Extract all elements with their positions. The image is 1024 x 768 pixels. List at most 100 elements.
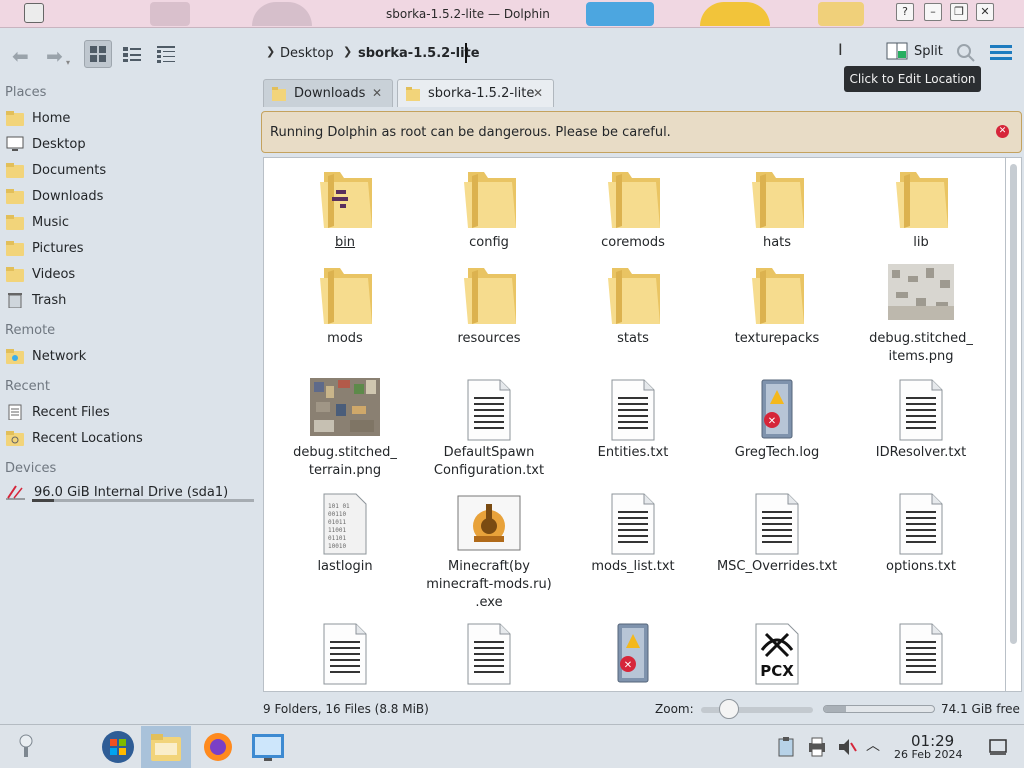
file-manager-icon[interactable] <box>151 733 181 761</box>
close-tab-icon[interactable]: ✕ <box>533 86 543 100</box>
folder-icon <box>598 262 668 328</box>
clock-date[interactable]: 26 Feb 2024 <box>894 748 962 761</box>
file-view[interactable]: bin config coremods hats lib mods resources sta… <box>263 157 1006 692</box>
printer-icon[interactable] <box>808 737 826 757</box>
file-item[interactable]: debug.stitched_ items.png <box>857 262 985 366</box>
sidebar-item-recent-locations[interactable]: Recent Locations <box>6 427 143 449</box>
sidebar-item-documents[interactable]: Documents <box>6 159 106 181</box>
tab-downloads[interactable]: Downloads ✕ <box>263 79 393 107</box>
sidebar-item-home[interactable]: Home <box>6 107 70 129</box>
show-desktop-icon[interactable] <box>989 739 1007 755</box>
warning-text: Running Dolphin as root can be dangerous… <box>270 125 671 140</box>
split-icon <box>886 42 908 60</box>
file-item[interactable]: mods_list.txt <box>569 490 697 576</box>
sidebar-item-desktop[interactable]: Desktop <box>6 133 86 155</box>
system-settings-icon[interactable] <box>252 734 284 762</box>
music-folder-icon <box>6 215 24 230</box>
details-view-button[interactable] <box>152 40 180 68</box>
folder-item[interactable]: lib <box>857 166 985 252</box>
file-item[interactable]: Entities.txt <box>569 376 697 462</box>
background-deco-2 <box>252 2 312 26</box>
sidebar-item-label: Desktop <box>32 136 86 152</box>
maximize-button[interactable]: ❐ <box>950 3 968 21</box>
file-item[interactable] <box>281 620 409 686</box>
sidebar-item-label: Trash <box>32 292 67 308</box>
file-item[interactable] <box>857 620 985 686</box>
sidebar-item-pictures[interactable]: Pictures <box>6 237 83 259</box>
file-item[interactable]: DefaultSpawn Configuration.txt <box>425 376 553 480</box>
file-item[interactable]: MSC_Overrides.txt <box>713 490 841 576</box>
forward-dropdown-icon[interactable]: ▾ <box>66 58 70 67</box>
file-item[interactable]: debug.stitched_ terrain.png <box>281 376 409 480</box>
minimize-button[interactable]: – <box>924 3 942 21</box>
volume-muted-icon[interactable] <box>837 737 857 757</box>
pictures-folder-icon <box>6 241 24 256</box>
section-title-remote: Remote <box>5 323 56 338</box>
item-label: bin <box>334 235 356 250</box>
tray-expand-icon[interactable]: ︿ <box>866 735 880 755</box>
section-title-recent: Recent <box>5 379 50 394</box>
folder-icon <box>742 166 812 232</box>
breadcrumb-desktop[interactable]: Desktop <box>280 46 334 61</box>
search-icon[interactable] <box>956 43 976 63</box>
folder-item[interactable]: texturepacks <box>713 262 841 348</box>
help-button[interactable]: ? <box>896 3 914 21</box>
folder-icon <box>598 166 668 232</box>
firefox-icon[interactable] <box>203 732 233 762</box>
sidebar-item-trash[interactable]: Trash <box>6 289 66 311</box>
breadcrumb-current-folder[interactable]: sborka-1.5.2-lite <box>358 46 480 61</box>
file-item[interactable]: ✕ <box>569 620 697 686</box>
text-file-icon <box>886 376 956 442</box>
tab-sborka[interactable]: sborka-1.5.2-lite ✕ <box>397 79 554 107</box>
close-warning-icon[interactable]: ✕ <box>996 125 1009 138</box>
back-arrow-icon[interactable]: ⬅ <box>12 44 29 68</box>
split-button[interactable]: Split <box>886 42 943 60</box>
clipboard-icon[interactable] <box>777 737 795 757</box>
folder-icon <box>454 262 524 328</box>
lamp-icon[interactable] <box>18 731 34 761</box>
folder-item[interactable]: bin <box>281 166 409 252</box>
window-menu-icon[interactable] <box>24 3 44 23</box>
item-label: stats <box>617 331 649 346</box>
vertical-scrollbar[interactable] <box>1006 157 1022 692</box>
file-item[interactable]: 101 01 00110 01011 11001 01101 10010 lastlogin <box>281 490 409 576</box>
text-file-icon <box>886 620 956 686</box>
text-file-icon <box>454 376 524 442</box>
sidebar-item-music[interactable]: Music <box>6 211 69 233</box>
start-menu-icon[interactable] <box>101 730 135 764</box>
sidebar-item-network[interactable]: Network <box>6 345 86 367</box>
sidebar-item-downloads[interactable]: Downloads <box>6 185 103 207</box>
item-label: debug.stitched_ items.png <box>869 331 973 364</box>
sidebar-item-label: Documents <box>32 162 107 178</box>
folder-icon <box>742 262 812 328</box>
file-item[interactable]: ✕ GregTech.log <box>713 376 841 462</box>
file-item[interactable]: PCX <box>713 620 841 686</box>
folder-item[interactable]: config <box>425 166 553 252</box>
sidebar-item-recent-files[interactable]: Recent Files <box>6 401 110 423</box>
drive-usage-bar <box>32 499 254 502</box>
zoom-slider-handle[interactable] <box>719 699 739 719</box>
drive-usage-fill <box>32 499 55 502</box>
forward-arrow-icon[interactable]: ➡ <box>46 44 63 68</box>
folder-item[interactable]: coremods <box>569 166 697 252</box>
close-button[interactable]: ✕ <box>976 3 994 21</box>
sidebar-item-label: Videos <box>32 266 76 282</box>
zoom-slider[interactable] <box>701 707 813 713</box>
icons-view-button[interactable] <box>84 40 112 68</box>
file-item[interactable]: Minecraft(by minecraft-mods.ru) .exe <box>425 490 553 612</box>
sidebar-item-videos[interactable]: Videos <box>6 263 75 285</box>
text-file-icon <box>310 620 380 686</box>
folder-icon <box>406 86 420 101</box>
file-item[interactable]: IDResolver.txt <box>857 376 985 462</box>
hamburger-menu-icon[interactable] <box>990 44 1012 62</box>
file-item[interactable] <box>425 620 553 686</box>
file-item[interactable]: options.txt <box>857 490 985 576</box>
folder-item[interactable]: mods <box>281 262 409 348</box>
folder-item[interactable]: hats <box>713 166 841 252</box>
scrollbar-thumb[interactable] <box>1010 164 1017 644</box>
item-label: lastlogin <box>317 559 373 574</box>
folder-item[interactable]: stats <box>569 262 697 348</box>
compact-view-button[interactable] <box>118 40 146 68</box>
folder-item[interactable]: resources <box>425 262 553 348</box>
close-tab-icon[interactable]: ✕ <box>372 86 382 100</box>
